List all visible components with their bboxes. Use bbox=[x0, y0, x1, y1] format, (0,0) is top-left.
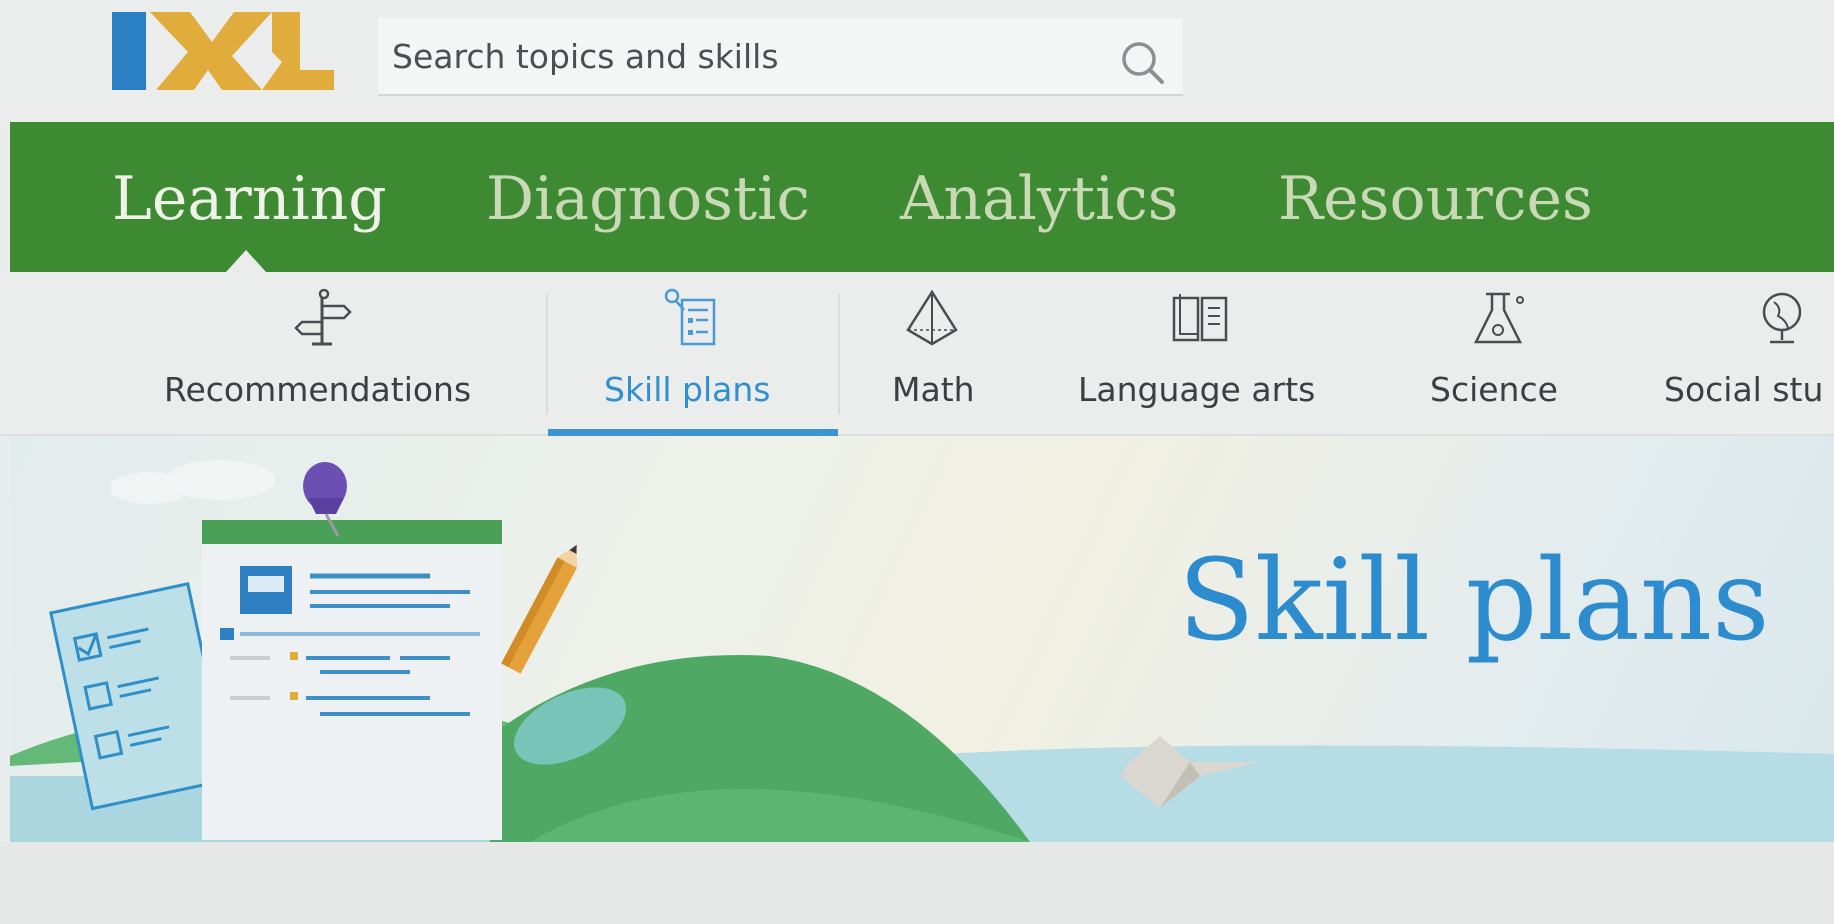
subnav-label: Recommendations bbox=[164, 370, 472, 409]
subnav-math[interactable]: Math bbox=[880, 272, 1030, 436]
subnav-social-studies[interactable]: Social stu bbox=[1664, 272, 1834, 436]
tab-resources[interactable]: Resources bbox=[1278, 164, 1593, 244]
search-box bbox=[378, 18, 1183, 96]
flask-icon bbox=[1470, 288, 1530, 348]
subnav-label: Science bbox=[1430, 370, 1558, 409]
search-input[interactable] bbox=[392, 30, 1072, 82]
subnav-label: Math bbox=[892, 370, 975, 409]
sub-nav: Recommendations Skill plans Math Languag… bbox=[0, 272, 1834, 436]
active-tab-caret bbox=[226, 250, 266, 272]
ixl-logo[interactable] bbox=[112, 12, 334, 90]
content-area bbox=[0, 842, 1834, 924]
signpost-icon bbox=[292, 288, 352, 348]
main-nav: Learning Diagnostic Analytics Resources bbox=[10, 122, 1834, 272]
globe-icon bbox=[1752, 288, 1812, 348]
pyramid-icon bbox=[902, 288, 962, 348]
tab-diagnostic[interactable]: Diagnostic bbox=[486, 164, 810, 244]
active-underline bbox=[548, 429, 838, 436]
subnav-skill-plans[interactable]: Skill plans bbox=[548, 272, 838, 436]
tab-analytics[interactable]: Analytics bbox=[900, 164, 1179, 244]
subnav-label: Language arts bbox=[1078, 370, 1316, 409]
hero-title: Skill plans bbox=[1178, 536, 1770, 666]
subnav-science[interactable]: Science bbox=[1430, 272, 1580, 436]
top-header bbox=[0, 0, 1834, 122]
search-icon bbox=[1122, 42, 1164, 84]
subnav-label: Skill plans bbox=[604, 370, 771, 409]
subnav-divider bbox=[838, 294, 840, 414]
subnav-label: Social stu bbox=[1664, 370, 1824, 409]
book-icon bbox=[1170, 288, 1230, 348]
ixl-logo-mark bbox=[112, 12, 334, 90]
subnav-language-arts[interactable]: Language arts bbox=[1078, 272, 1348, 436]
search-button[interactable] bbox=[1116, 36, 1170, 90]
skill-plan-icon bbox=[660, 288, 720, 348]
hero-banner: Skill plans bbox=[10, 436, 1834, 842]
tab-learning[interactable]: Learning bbox=[112, 164, 387, 244]
subnav-recommendations[interactable]: Recommendations bbox=[150, 272, 510, 436]
